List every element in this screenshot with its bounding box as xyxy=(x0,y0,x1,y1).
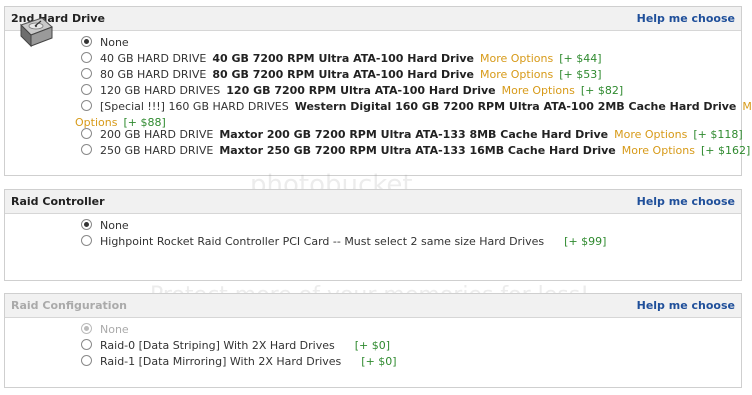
option-label: [Special !!!] 160 GB HARD DRIVES xyxy=(100,100,289,113)
hard-drive-icon xyxy=(20,17,53,48)
option-label: None xyxy=(100,36,129,49)
radio-button[interactable] xyxy=(81,36,92,47)
option-description: Western Digital 160 GB 7200 RPM Ultra AT… xyxy=(294,100,737,113)
hdd-option-none[interactable]: None xyxy=(81,35,129,50)
radio-button[interactable] xyxy=(81,100,92,111)
hdd-option-80gb[interactable]: 80 GB HARD DRIVE 80 GB 7200 RPM Ultra ATA… xyxy=(81,67,602,82)
option-description: Maxtor 250 GB 7200 RPM Ultra ATA-133 16M… xyxy=(219,144,616,157)
option-description: 80 GB 7200 RPM Ultra ATA-100 Hard Drive xyxy=(212,68,474,81)
option-label: 80 GB HARD DRIVE xyxy=(100,68,207,81)
option-label: 250 GB HARD DRIVE xyxy=(100,144,214,157)
option-description: 120 GB 7200 RPM Ultra ATA-100 Hard Drive xyxy=(226,84,496,97)
raid-config-option-raid0[interactable]: Raid-0 [Data Striping] With 2X Hard Driv… xyxy=(81,338,390,353)
hard-drive-help-link[interactable]: Help me choose xyxy=(637,12,735,25)
more-options-link[interactable]: More Options xyxy=(480,68,553,81)
hdd-option-160gb[interactable]: [Special !!!] 160 GB HARD DRIVES Western … xyxy=(81,99,752,114)
hdd-option-40gb[interactable]: 40 GB HARD DRIVE 40 GB 7200 RPM Ultra ATA… xyxy=(81,51,602,66)
raid-controller-header: Raid Controller Help me choose xyxy=(5,190,741,214)
radio-button xyxy=(81,323,92,334)
option-label: Raid-1 [Data Mirroring] With 2X Hard Dri… xyxy=(100,355,342,368)
radio-button[interactable] xyxy=(81,84,92,95)
raid-controller-help-link[interactable]: Help me choose xyxy=(637,195,735,208)
option-label: Highpoint Rocket Raid Controller PCI Car… xyxy=(100,235,545,248)
radio-button[interactable] xyxy=(81,68,92,79)
hdd-option-250gb[interactable]: 250 GB HARD DRIVE Maxtor 250 GB 7200 RPM … xyxy=(81,143,750,158)
option-label: Raid-0 [Data Striping] With 2X Hard Driv… xyxy=(100,339,335,352)
raid-controller-panel: Raid Controller Help me choose None High… xyxy=(4,189,742,281)
hard-drive-header: 2nd Hard Drive Help me choose xyxy=(5,7,741,31)
option-label: 200 GB HARD DRIVE xyxy=(100,128,214,141)
option-label: 120 GB HARD DRIVES xyxy=(100,84,221,97)
option-label: None xyxy=(100,219,129,232)
radio-button[interactable] xyxy=(81,128,92,139)
more-options-link[interactable]: More xyxy=(742,100,752,113)
raid-controller-option-none[interactable]: None xyxy=(81,218,129,233)
radio-button[interactable] xyxy=(81,355,92,366)
radio-button[interactable] xyxy=(81,144,92,155)
raid-configuration-help-link[interactable]: Help me choose xyxy=(637,299,735,312)
option-price: [+ $0] xyxy=(354,339,391,352)
more-options-link[interactable]: More Options xyxy=(622,144,695,157)
radio-button[interactable] xyxy=(81,339,92,350)
option-label: None xyxy=(100,323,129,336)
option-price: [+ $44] xyxy=(559,52,602,65)
more-options-link[interactable]: More Options xyxy=(502,84,575,97)
raid-configuration-panel: Raid Configuration Help me choose None R… xyxy=(4,293,742,388)
radio-button[interactable] xyxy=(81,52,92,63)
option-label: 40 GB HARD DRIVE xyxy=(100,52,207,65)
option-description: 40 GB 7200 RPM Ultra ATA-100 Hard Drive xyxy=(212,52,474,65)
option-price: [+ $53] xyxy=(559,68,602,81)
option-price: [+ $0] xyxy=(361,355,397,368)
option-description: Maxtor 200 GB 7200 RPM Ultra ATA-133 8MB… xyxy=(219,128,609,141)
hard-drive-panel: 2nd Hard Drive Help me choose None 40 GB… xyxy=(4,6,752,176)
option-price: [+ $162] xyxy=(701,144,751,157)
raid-configuration-title: Raid Configuration xyxy=(11,299,127,312)
more-options-link[interactable]: More Options xyxy=(614,128,687,141)
hdd-option-200gb[interactable]: 200 GB HARD DRIVE Maxtor 200 GB 7200 RPM … xyxy=(81,127,743,142)
raid-config-option-raid1[interactable]: Raid-1 [Data Mirroring] With 2X Hard Dri… xyxy=(81,354,397,369)
raid-config-option-none: None xyxy=(81,322,129,337)
raid-controller-title: Raid Controller xyxy=(11,195,105,208)
option-price: [+ $99] xyxy=(564,235,607,248)
option-price: [+ $118] xyxy=(693,128,743,141)
option-price: [+ $82] xyxy=(580,84,624,97)
radio-button[interactable] xyxy=(81,219,92,230)
raid-controller-option-highpoint[interactable]: Highpoint Rocket Raid Controller PCI Car… xyxy=(81,234,606,249)
hdd-option-120gb[interactable]: 120 GB HARD DRIVES 120 GB 7200 RPM Ultra … xyxy=(81,83,623,98)
raid-configuration-header: Raid Configuration Help me choose xyxy=(5,294,741,318)
radio-button[interactable] xyxy=(81,235,92,246)
more-options-link[interactable]: More Options xyxy=(480,52,553,65)
